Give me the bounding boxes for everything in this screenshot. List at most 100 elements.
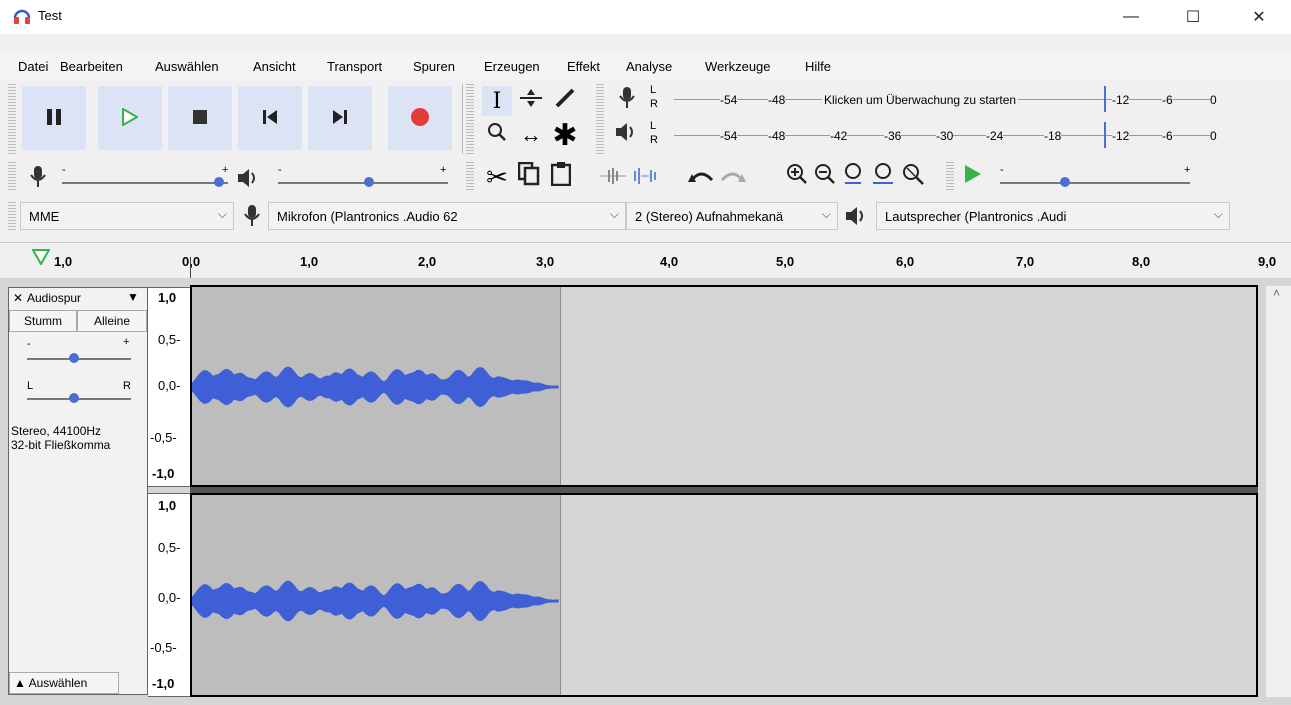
ruler-label: 8,0: [1132, 254, 1151, 269]
pan-right-label: R: [123, 380, 131, 392]
input-channels-select[interactable]: 2 (Stereo) Aufnahmekanä ⌵: [626, 202, 838, 230]
copy-button[interactable]: [514, 161, 544, 192]
zoom-toggle-button[interactable]: [898, 162, 928, 192]
play-meter-button[interactable]: [612, 120, 642, 150]
track-name[interactable]: Audiospur: [27, 291, 81, 305]
stop-button[interactable]: [168, 86, 232, 150]
menu-auswaehlen[interactable]: Auswählen: [155, 59, 219, 74]
ruler-label: 4,0: [660, 254, 679, 269]
ruler-label: 2,0: [418, 254, 437, 269]
playback-volume-knob[interactable]: [364, 177, 374, 187]
input-device-select[interactable]: Mikrofon (Plantronics .Audio 62 ⌵: [268, 202, 626, 230]
play-speed-knob[interactable]: [1060, 177, 1070, 187]
waveform-right-channel[interactable]: [190, 493, 1258, 697]
record-meter[interactable]: -54 -48 Klicken um Überwachung zu starte…: [664, 84, 1224, 114]
record-meter-button[interactable]: [612, 86, 642, 116]
waveform-left-channel[interactable]: [190, 285, 1258, 487]
toolbar-grip[interactable]: [8, 84, 16, 154]
track-menu-chevron-icon[interactable]: ▼: [127, 290, 139, 304]
menu-ansicht[interactable]: Ansicht: [253, 59, 296, 74]
meter-tick-label: -6: [1162, 129, 1173, 143]
mute-button[interactable]: Stumm: [9, 310, 77, 332]
meter-channel-label: R: [650, 98, 658, 110]
pause-button[interactable]: [22, 86, 86, 150]
meter-channel-label: L: [650, 120, 657, 132]
vertical-scrollbar[interactable]: ˄: [1266, 286, 1291, 697]
slider-max-label: +: [1184, 164, 1191, 176]
menu-effekt[interactable]: Effekt: [567, 59, 600, 74]
record-icon: [410, 107, 430, 130]
input-device-value: Mikrofon (Plantronics .Audio 62: [277, 209, 458, 224]
toolbar-grip[interactable]: [8, 162, 16, 192]
cut-button[interactable]: ✂: [482, 162, 512, 192]
skip-to-start-button[interactable]: [238, 86, 302, 150]
playback-meter[interactable]: -54 -48 -42 -36 -30 -24 -18 -12 -6 0: [664, 120, 1224, 150]
timeshift-tool-button[interactable]: ↔: [516, 120, 546, 150]
output-device-select[interactable]: Lautsprecher (Plantronics .Audi ⌵: [876, 202, 1230, 230]
record-button[interactable]: [388, 86, 452, 150]
menu-bearbeiten[interactable]: Bearbeiten: [60, 59, 123, 74]
menu-datei[interactable]: Datei: [18, 59, 48, 74]
gain-knob[interactable]: [69, 353, 79, 363]
multi-tool-button[interactable]: ✱: [550, 119, 580, 152]
menu-spuren[interactable]: Spuren: [413, 59, 455, 74]
slider-max-label: +: [440, 164, 447, 176]
paste-button[interactable]: [546, 162, 576, 192]
toolbar-grip[interactable]: [596, 84, 604, 154]
toolbar-grip[interactable]: [466, 162, 474, 192]
scale-label: 1,0: [158, 290, 177, 305]
menu-werkzeuge[interactable]: Werkzeuge: [705, 59, 771, 74]
fit-project-button[interactable]: [868, 162, 898, 192]
maximize-button[interactable]: ☐: [1170, 0, 1216, 34]
play-button[interactable]: [98, 86, 162, 150]
zoom-tool-button[interactable]: [482, 120, 512, 150]
pause-icon: [47, 108, 61, 128]
track-select-button[interactable]: ▲ Auswählen: [9, 672, 119, 694]
gain-min-label: -: [27, 338, 31, 350]
fit-selection-button[interactable]: [838, 162, 868, 192]
solo-button[interactable]: Alleine: [77, 310, 147, 332]
toolbar-grip[interactable]: [8, 202, 16, 232]
toolbar-area: I ↔ ✱ L R L R -54 -48 Klicken um Überwac…: [0, 80, 1291, 242]
menu-analyse[interactable]: Analyse: [626, 59, 672, 74]
menu-erzeugen[interactable]: Erzeugen: [484, 59, 540, 74]
vertical-scale-right-channel[interactable]: 1,0 0,5- 0,0- -0,5- -1,0: [148, 493, 190, 697]
record-volume-microphone-icon: [30, 166, 46, 191]
chevron-down-icon: ⌵: [609, 207, 619, 221]
toolbar-grip[interactable]: [946, 162, 954, 192]
scroll-up-chevron-icon[interactable]: ˄: [1273, 286, 1280, 300]
playback-volume-slider[interactable]: [278, 182, 448, 184]
draw-tool-button[interactable]: [550, 86, 580, 116]
meter-tick-label: -6: [1162, 93, 1173, 107]
envelope-tool-button[interactable]: [516, 86, 546, 116]
redo-button[interactable]: [718, 162, 748, 192]
zoom-in-button[interactable]: [782, 162, 812, 192]
skip-to-end-button[interactable]: [308, 86, 372, 150]
zoom-out-button[interactable]: [810, 162, 840, 192]
meter-tick-label: -36: [884, 129, 902, 143]
menu-transport[interactable]: Transport: [327, 59, 382, 74]
close-track-icon[interactable]: ✕: [13, 291, 23, 305]
play-speed-slider[interactable]: [1000, 182, 1190, 184]
meter-channel-label: R: [650, 134, 658, 146]
trim-audio-button[interactable]: [598, 162, 628, 192]
close-button[interactable]: ✕: [1236, 0, 1282, 34]
undo-button[interactable]: [686, 162, 716, 192]
pan-slider[interactable]: [27, 398, 131, 400]
play-at-speed-button[interactable]: [958, 162, 988, 192]
pan-knob[interactable]: [69, 393, 79, 403]
track-control-panel: ✕ Audiospur ▼ Stumm Alleine - + L R Ster…: [8, 287, 148, 695]
audio-host-select[interactable]: MME ⌵: [20, 202, 234, 230]
silence-audio-button[interactable]: [630, 162, 660, 192]
gain-slider[interactable]: [27, 358, 131, 360]
timeline-ruler[interactable]: 1,0 0,0 1,0 2,0 3,0 4,0 5,0 6,0 7,0 8,0 …: [0, 242, 1291, 280]
menu-hilfe[interactable]: Hilfe: [805, 59, 831, 74]
selection-tool-button[interactable]: I: [482, 86, 512, 116]
minimize-button[interactable]: —: [1108, 0, 1154, 34]
record-volume-knob[interactable]: [214, 177, 224, 187]
toolbar-grip[interactable]: [466, 84, 474, 154]
vertical-scale-left-channel[interactable]: 1,0 0,5- 0,0- -0,5- -1,0: [148, 287, 190, 487]
stop-icon: [193, 109, 207, 127]
record-volume-slider[interactable]: [62, 182, 228, 184]
playhead-marker[interactable]: [190, 257, 191, 279]
